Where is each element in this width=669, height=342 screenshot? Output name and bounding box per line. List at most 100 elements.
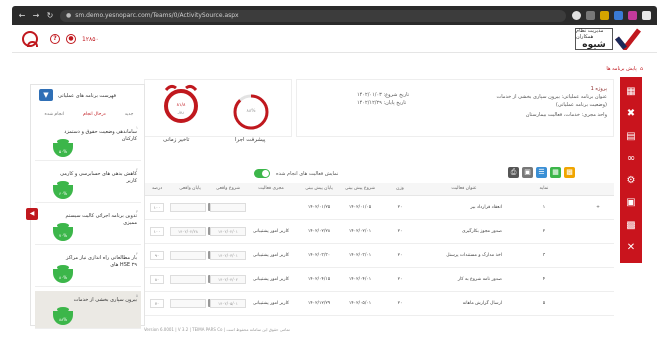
- percent-input[interactable]: ۱۰۰: [150, 202, 164, 212]
- report-icon[interactable]: ▣: [626, 198, 635, 208]
- headset-icon[interactable]: ●: [66, 34, 76, 44]
- actual-start-cell: ۱۴۰۲/۰۳/۰۱: [210, 243, 246, 268]
- index-cell: ۳: [506, 243, 582, 268]
- item-percent: ۵۰%: [58, 149, 68, 154]
- table-row[interactable]: ۹۰ ۱۴۰۲/۰۳/۰۱ کاربر امور پشتیبانی ۱۴۰۲/۰۳/۳…: [144, 243, 614, 268]
- tab-new[interactable]: جدید: [125, 112, 134, 117]
- project-label: پروژه 1: [590, 86, 607, 92]
- planned-end-cell: ۱۴۰۲/۰۳/۳۰: [296, 243, 342, 268]
- extension-icon[interactable]: [614, 11, 623, 20]
- table-row[interactable]: ۸۰ ۱۴۰۲/۰۴/۰۲ کاربر امور پشتیبانی ۱۴۰۲/۰۴/۱…: [144, 267, 614, 292]
- weight-cell: ۲۰: [378, 291, 422, 316]
- actual-end-input[interactable]: [170, 274, 206, 284]
- chart-icon[interactable]: ▩: [564, 167, 575, 178]
- planned-start-cell: ۱۴۰۲/۰۱/۰۵: [342, 195, 378, 220]
- tools-icon[interactable]: ✖: [627, 109, 635, 119]
- executor-cell: [246, 195, 296, 220]
- percent-cell[interactable]: ۸۰: [144, 267, 170, 292]
- user-icon[interactable]: [22, 31, 38, 47]
- percent-cell[interactable]: ۷۰: [144, 291, 170, 316]
- address-bar[interactable]: ● sm.demo.yesnoparc.com/Teams/0/Activity…: [60, 9, 566, 22]
- percent-input[interactable]: ۸۰: [150, 274, 164, 284]
- item-percent: ۷۰%: [58, 233, 68, 238]
- actual-start-cell: ۱۴۰۲/۰۴/۰۲: [210, 267, 246, 292]
- actual-start-input[interactable]: ۱۴۰۲/۰۵/۰۱: [210, 298, 246, 308]
- actual-end-input[interactable]: [170, 298, 206, 308]
- percent-cell[interactable]: ۱۰۰: [144, 219, 170, 244]
- actual-end-input[interactable]: [170, 250, 206, 260]
- back-icon[interactable]: ←: [18, 11, 26, 20]
- calendar-icon[interactable]: ▩: [626, 220, 635, 231]
- item-percent: ۸۰%: [58, 275, 68, 280]
- actual-start-input[interactable]: ۱۴۰۲/۰۴/۰۲: [210, 274, 246, 284]
- delay-label: تاخیر زمانی: [163, 137, 190, 143]
- add-icon[interactable]: +: [582, 195, 614, 220]
- item-percent: ۸۸%: [58, 317, 68, 322]
- menu-icon[interactable]: [642, 11, 651, 20]
- actual-start-input[interactable]: ۱۴۰۲/۰۲/۰۱: [210, 226, 246, 236]
- table-row[interactable]: ۱۰۰ ۱۴۰۲/۰۲/۲۸ ۱۴۰۲/۰۲/۰۱ کاربر امور پشتیبا…: [144, 219, 614, 244]
- executor-cell: کاربر امور پشتیبانی: [246, 267, 296, 292]
- percent-input[interactable]: ۷۰: [150, 298, 164, 308]
- actual-end-input[interactable]: [170, 202, 206, 212]
- link-icon[interactable]: ∞: [627, 153, 635, 164]
- table-row[interactable]: ۱۰۰ ۱۴۰۲/۰۱/۲۵ ۱۴۰۲/۰۱/۰۵ ۲۰ انعقاد قرارداد …: [144, 195, 614, 220]
- program-list-panel: ▼ فهرست برنامه های عملیاتی انجام شده درح…: [30, 84, 145, 329]
- save-icon[interactable]: ▣: [522, 167, 533, 178]
- browser-extensions: [572, 11, 651, 20]
- actual-start-input[interactable]: [210, 202, 246, 212]
- reload-icon[interactable]: ↻: [46, 11, 54, 20]
- planned-start-cell: ۱۴۰۲/۰۵/۰۱: [342, 291, 378, 316]
- actual-end-input[interactable]: ۱۴۰۲/۰۲/۲۸: [170, 226, 206, 236]
- wrench-icon[interactable]: ✕: [627, 242, 635, 253]
- star-icon[interactable]: [600, 11, 609, 20]
- add-icon[interactable]: [582, 267, 614, 292]
- weight-cell: ۲۰: [378, 219, 422, 244]
- percent-cell[interactable]: ۹۰: [144, 243, 170, 268]
- extension-icon[interactable]: [586, 11, 595, 20]
- print-icon[interactable]: ⎙: [508, 167, 519, 178]
- program-list-item[interactable]: ۱ ساماندهی وضعیت حقوق و دستمزد کارکنان ۵۰%: [35, 123, 141, 161]
- table-row[interactable]: ۷۰ ۱۴۰۲/۰۵/۰۱ کاربر امور پشتیبانی ۱۴۰۲/۱۲/۲…: [144, 291, 614, 316]
- percent-cell[interactable]: ۱۰۰: [144, 195, 170, 220]
- actual-start-input[interactable]: ۱۴۰۲/۰۳/۰۱: [210, 250, 246, 260]
- index-cell: ۵: [506, 291, 582, 316]
- org-chart-icon[interactable]: ▦: [626, 87, 635, 97]
- logo: مدیریت نظام همکاران شیوه: [575, 28, 641, 50]
- profile-icon[interactable]: [572, 11, 581, 20]
- tab-done[interactable]: انجام شده: [45, 112, 65, 117]
- add-icon[interactable]: [582, 291, 614, 316]
- header-executor: مجری فعالیت: [246, 183, 296, 196]
- extension-icon[interactable]: [628, 11, 637, 20]
- item-title: بیرون سپاری بخشی از خدمات: [73, 297, 137, 303]
- header-planned-end: پایان پیش بینی: [296, 183, 342, 196]
- program-list-item[interactable]: ۵ بیرون سپاری بخشی از خدمات ۸۸%: [35, 291, 141, 329]
- program-list-item[interactable]: ۳ تدوین برنامه اجرائی کالیت سیستم ممیزی ۷۰…: [35, 207, 141, 245]
- hierarchy-icon[interactable]: ☰: [536, 167, 547, 178]
- program-list-tabs: انجام شده درحال انجام جدید: [35, 112, 143, 117]
- percent-input[interactable]: ۱۰۰: [150, 226, 164, 236]
- help-icon[interactable]: ?: [50, 34, 60, 44]
- actual-end-cell: [170, 291, 210, 316]
- filter-button[interactable]: ▼: [39, 89, 53, 101]
- add-icon[interactable]: [582, 219, 614, 244]
- browser-nav: ← → ↻: [18, 11, 54, 20]
- weight-cell: ۲۰: [378, 195, 422, 220]
- breadcrumb[interactable]: پایش برنامه ها ⌂: [606, 66, 643, 72]
- settings-icon[interactable]: ⚙: [627, 176, 636, 186]
- document-icon[interactable]: ▤: [626, 131, 635, 142]
- index-cell: ۲: [506, 219, 582, 244]
- collapse-panel-icon[interactable]: ◀: [26, 208, 38, 220]
- program-list-item[interactable]: ۴ بار مطالعاتی راه اندازی نیاز مراکز های …: [35, 249, 141, 287]
- show-completed-toggle[interactable]: [254, 169, 270, 178]
- excel-icon[interactable]: ▦: [550, 167, 561, 178]
- item-title: بار مطالعاتی راه اندازی نیاز مراکز های H…: [66, 255, 137, 268]
- program-list-item[interactable]: ۲ کاهش بدهی های حسابرسی و کارمی کاربر ۶۰%: [35, 165, 141, 203]
- tab-in-progress[interactable]: درحال انجام: [83, 112, 106, 117]
- forward-icon[interactable]: →: [32, 11, 40, 20]
- item-title: کاهش بدهی های حسابرسی و کارمی کاربر: [60, 171, 137, 184]
- home-icon: ⌂: [639, 66, 643, 72]
- percent-input[interactable]: ۹۰: [150, 250, 164, 260]
- actual-start-cell: [210, 195, 246, 220]
- add-icon[interactable]: [582, 243, 614, 268]
